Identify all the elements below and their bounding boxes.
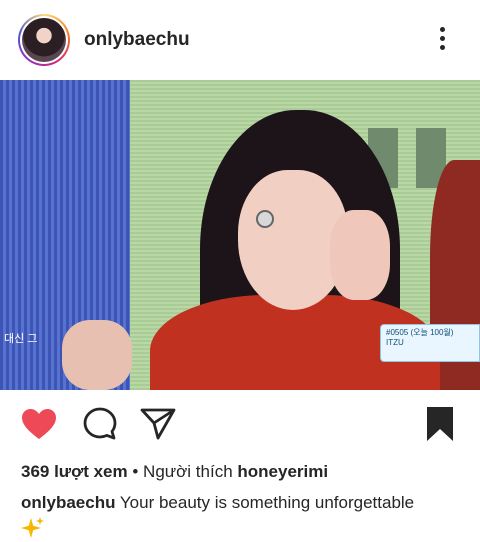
badge-line-1: #0505 (오늘 100월) <box>386 328 454 337</box>
bookmark-filled-icon[interactable] <box>422 406 458 442</box>
performer-hand <box>62 320 132 390</box>
paper-plane-icon[interactable] <box>140 406 176 442</box>
performer-hand <box>330 210 390 300</box>
avatar-image <box>22 18 66 62</box>
photo-overlay-text: 대신 그 <box>4 333 38 345</box>
caption-username[interactable]: onlybaechu <box>21 493 115 512</box>
comment-bubble-icon[interactable] <box>82 406 118 442</box>
broadcast-badge: #0505 (오늘 100월) ITZU <box>380 324 480 362</box>
separator-dot: • <box>132 462 139 481</box>
avatar[interactable] <box>18 14 70 66</box>
caption-text: Your beauty is something unforgettable <box>119 493 415 512</box>
headset-mic <box>256 210 274 228</box>
liked-by-label: Người thích <box>143 462 233 481</box>
liked-by-username[interactable]: honeyerimi <box>237 462 328 481</box>
post-username[interactable]: onlybaechu <box>84 29 190 51</box>
badge-line-2: ITZU <box>386 338 404 347</box>
more-vertical-icon[interactable] <box>430 24 454 56</box>
post-header: onlybaechu <box>0 0 480 80</box>
post-actions <box>0 400 480 450</box>
post-caption: onlybaechu Your beauty is something unfo… <box>21 492 466 542</box>
likes-row: 369 lượt xem • Người thích honeyerimi <box>21 462 328 482</box>
views-count[interactable]: 369 lượt xem <box>21 462 128 481</box>
heart-filled-icon[interactable] <box>21 406 57 442</box>
post-photo[interactable]: 대신 그 #0505 (오늘 100월) ITZU <box>0 80 480 390</box>
avatar-border <box>20 16 68 64</box>
sparkles-icon <box>21 516 45 542</box>
